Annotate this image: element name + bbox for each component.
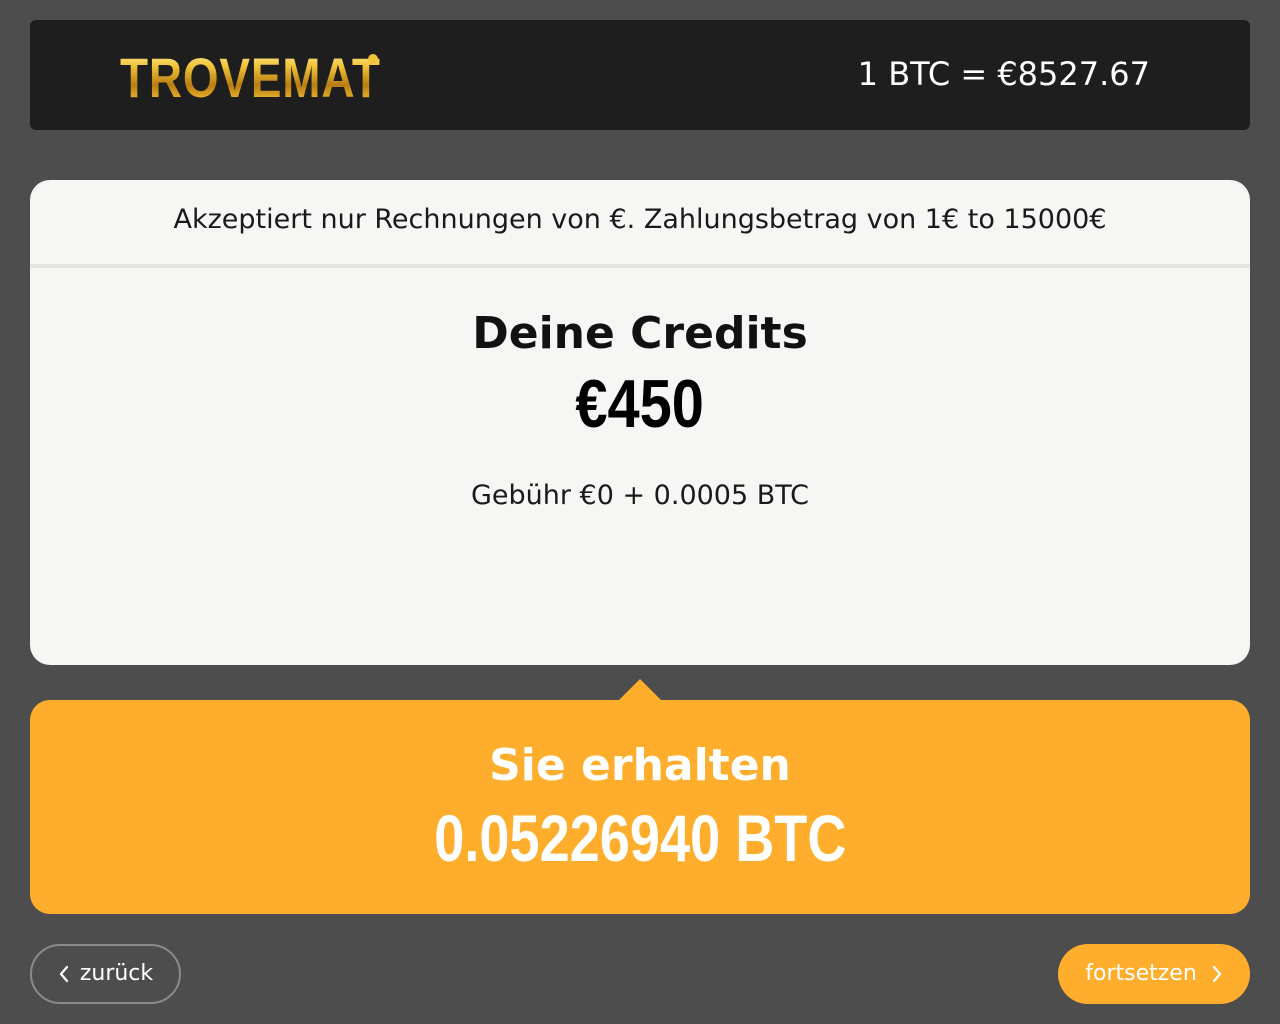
chevron-left-icon: [58, 965, 70, 983]
trovemat-logo: TROVEMAT: [120, 48, 438, 108]
back-button[interactable]: zurück: [30, 944, 181, 1004]
chevron-right-icon: [1211, 965, 1223, 983]
fee-info: Gebühr €0 + 0.0005 BTC: [470, 480, 810, 511]
receive-panel: Sie erhalten 0.05226940 BTC: [30, 700, 1250, 914]
logo-dot: [368, 54, 378, 64]
exchange-rate: 1 BTC = €8527.67: [857, 55, 1150, 93]
accepted-bills-notice: Akzeptiert nur Rechnungen von €. Zahlung…: [30, 180, 1250, 268]
receive-amount: 0.05226940 BTC: [30, 800, 1250, 876]
pointer-arrow: [618, 679, 662, 701]
app-header: TROVEMAT 1 BTC = €8527.67: [30, 20, 1250, 130]
credits-amount: €450: [30, 366, 1250, 442]
receive-title: Sie erhalten: [489, 740, 791, 791]
credits-amount-text: €450: [575, 366, 705, 442]
credits-card: Akzeptiert nur Rechnungen von €. Zahlung…: [30, 180, 1250, 665]
logo-text: TROVEMAT: [120, 46, 381, 109]
back-button-label: zurück: [79, 961, 154, 986]
receive-amount-text: 0.05226940 BTC: [433, 801, 847, 875]
credits-title: Deine Credits: [472, 308, 808, 359]
continue-button[interactable]: fortsetzen: [1058, 944, 1250, 1004]
continue-button-label: fortsetzen: [1085, 961, 1197, 986]
